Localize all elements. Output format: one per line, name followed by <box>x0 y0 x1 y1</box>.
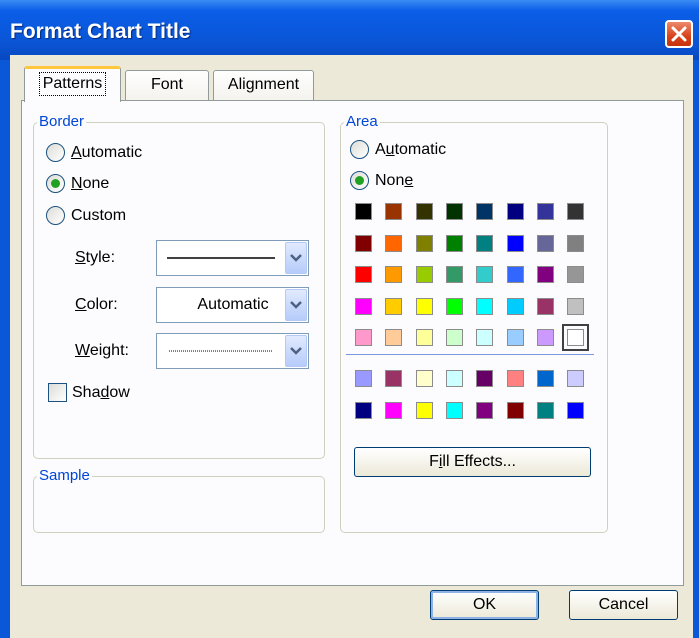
style-dropdown-arrow[interactable] <box>285 242 307 274</box>
color-swatch[interactable] <box>385 401 403 419</box>
border-none-label[interactable]: None <box>71 174 109 194</box>
color-swatch[interactable] <box>476 234 494 252</box>
color-swatch[interactable] <box>506 203 524 220</box>
color-swatch[interactable] <box>385 266 403 283</box>
color-swatch[interactable] <box>415 329 433 346</box>
color-swatch[interactable] <box>445 234 463 252</box>
color-swatch[interactable] <box>355 203 372 220</box>
weight-label: Weight: <box>75 342 129 359</box>
color-swatch[interactable] <box>445 297 463 315</box>
color-swatch[interactable] <box>415 401 433 419</box>
hairline-sample-icon <box>169 350 273 352</box>
border-automatic-radio[interactable] <box>46 143 65 162</box>
color-swatch[interactable] <box>415 234 433 252</box>
color-swatch[interactable] <box>476 401 494 419</box>
border-custom-radio[interactable] <box>46 206 65 225</box>
weight-dropdown-arrow[interactable] <box>285 335 307 367</box>
color-swatch[interactable] <box>562 324 590 351</box>
cancel-button[interactable]: Cancel <box>569 590 678 620</box>
color-swatch[interactable] <box>536 297 554 315</box>
color-value: Automatic <box>197 296 269 313</box>
shadow-label[interactable]: Shadow <box>72 383 130 403</box>
color-swatch[interactable] <box>476 266 494 283</box>
color-swatch[interactable] <box>355 370 372 387</box>
color-swatch[interactable] <box>567 203 585 220</box>
color-swatch[interactable] <box>476 370 494 387</box>
color-swatch[interactable] <box>536 401 554 419</box>
ok-button[interactable]: OK <box>430 590 539 620</box>
color-swatch[interactable] <box>536 203 554 220</box>
area-automatic-label[interactable]: Automatic <box>375 140 446 160</box>
color-swatch[interactable] <box>476 329 494 346</box>
color-dropdown-arrow[interactable] <box>285 289 307 321</box>
area-none-radio[interactable] <box>350 171 369 190</box>
color-swatch[interactable] <box>506 329 524 346</box>
color-swatch[interactable] <box>506 234 524 252</box>
color-swatch[interactable] <box>445 266 463 283</box>
color-swatch[interactable] <box>415 370 433 387</box>
color-swatch[interactable] <box>567 401 585 419</box>
chevron-down-icon <box>290 254 302 262</box>
color-swatch[interactable] <box>506 297 524 315</box>
style-dropdown[interactable] <box>156 240 309 276</box>
color-dropdown[interactable]: Automatic <box>156 287 309 323</box>
color-swatch[interactable] <box>445 203 463 220</box>
color-swatch[interactable] <box>415 297 433 315</box>
chevron-down-icon <box>290 301 302 309</box>
color-swatch[interactable] <box>536 266 554 283</box>
sample-group <box>33 476 325 533</box>
color-swatch[interactable] <box>355 401 372 419</box>
area-automatic-radio[interactable] <box>350 140 369 159</box>
color-swatch[interactable] <box>567 234 585 252</box>
color-swatch[interactable] <box>355 266 372 283</box>
fill-effects-button[interactable]: Fill Effects... <box>354 447 591 477</box>
area-none-label[interactable]: None <box>375 171 413 191</box>
color-swatch[interactable] <box>385 370 403 387</box>
color-swatch[interactable] <box>567 370 585 387</box>
color-swatch[interactable] <box>506 401 524 419</box>
border-custom-label[interactable]: Custom <box>71 206 126 226</box>
color-swatch[interactable] <box>385 297 403 315</box>
shadow-checkbox[interactable] <box>48 383 67 402</box>
solid-line-sample-icon <box>167 257 275 259</box>
color-swatch[interactable] <box>445 401 463 419</box>
style-value <box>157 241 285 275</box>
color-swatch[interactable] <box>476 203 494 220</box>
color-swatch[interactable] <box>445 370 463 387</box>
border-none-radio[interactable] <box>46 174 65 193</box>
color-swatch[interactable] <box>385 329 403 346</box>
weight-dropdown[interactable] <box>156 333 309 369</box>
area-legend: Area <box>344 113 380 130</box>
color-swatch[interactable] <box>415 203 433 220</box>
color-swatch[interactable] <box>536 370 554 387</box>
color-swatch[interactable] <box>567 266 585 283</box>
color-swatch[interactable] <box>506 266 524 283</box>
color-swatch[interactable] <box>355 329 372 346</box>
color-swatch[interactable] <box>536 234 554 252</box>
weight-value <box>157 334 285 368</box>
color-swatch[interactable] <box>506 370 524 387</box>
chevron-down-icon <box>290 347 302 355</box>
color-swatch[interactable] <box>445 329 463 346</box>
color-swatch[interactable] <box>567 297 585 315</box>
style-label: Style: <box>75 249 116 266</box>
color-swatch[interactable] <box>355 297 372 315</box>
color-swatch[interactable] <box>536 329 554 346</box>
border-legend: Border <box>37 113 87 130</box>
color-swatch[interactable] <box>385 234 403 252</box>
border-automatic-label[interactable]: Automatic <box>71 143 142 163</box>
color-swatch[interactable] <box>385 203 403 220</box>
palette-divider <box>346 354 594 355</box>
sample-legend: Sample <box>37 467 92 484</box>
color-swatch[interactable] <box>476 297 494 315</box>
color-swatch[interactable] <box>355 234 372 252</box>
color-swatch[interactable] <box>415 266 433 283</box>
color-label: Color: <box>75 296 118 313</box>
